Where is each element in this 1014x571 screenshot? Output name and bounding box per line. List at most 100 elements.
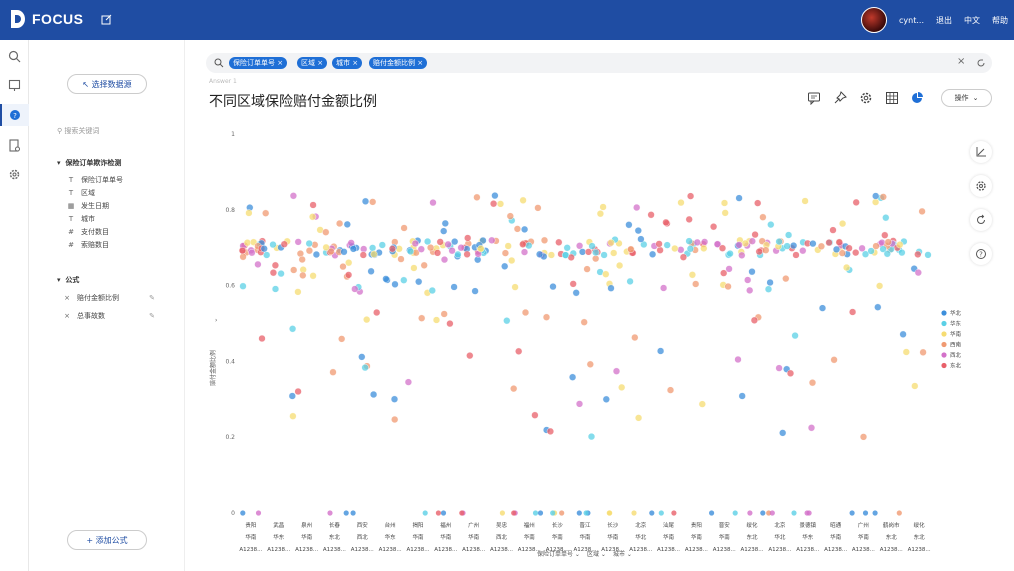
- operate-button[interactable]: 操作 ⌄: [941, 89, 992, 107]
- refresh-icon[interactable]: [976, 58, 986, 68]
- x-tick-label: 绥化: [914, 521, 926, 529]
- data-point: [580, 318, 588, 326]
- search-bar[interactable]: 保险订单单号 × 区域 × 城市 × 赔付金额比例 × ×: [206, 53, 992, 73]
- field-item[interactable]: T 城市: [67, 214, 95, 224]
- gear-icon[interactable]: [859, 91, 873, 105]
- field-item[interactable]: # 索赔数目: [67, 240, 109, 250]
- data-point: [464, 234, 472, 242]
- data-point: [417, 245, 425, 253]
- select-source-button[interactable]: ↖ 选择数据源: [67, 74, 147, 94]
- search-icon[interactable]: [7, 49, 22, 64]
- data-point: [490, 200, 498, 208]
- pie-chart-icon[interactable]: [910, 91, 924, 105]
- data-point: [245, 209, 253, 217]
- x-tick-label: A1238...: [434, 547, 457, 553]
- field-item[interactable]: T 区域: [67, 188, 95, 198]
- arrow-up-icon: ↖: [82, 79, 92, 89]
- avatar[interactable]: [861, 7, 888, 33]
- y-axis: 0 0.2 0.4 0.6 0.8 1: [225, 131, 235, 517]
- formula-header[interactable]: ▾ 公式: [57, 275, 79, 285]
- data-point: [616, 261, 624, 270]
- data-point: [309, 201, 317, 209]
- language-switch[interactable]: 中文: [964, 15, 980, 26]
- data-point: [775, 237, 783, 246]
- chart-settings-button[interactable]: [970, 175, 992, 197]
- help-button[interactable]: ?: [970, 243, 992, 265]
- field-item[interactable]: T 保险订单单号: [67, 175, 123, 185]
- data-point: [698, 400, 706, 408]
- data-point: [428, 286, 436, 295]
- data-point: [759, 213, 767, 221]
- data-point: [789, 241, 798, 250]
- edit-icon[interactable]: [101, 14, 112, 25]
- edit-icon[interactable]: ✎: [149, 312, 155, 320]
- left-nav: ?: [0, 40, 29, 571]
- edit-icon[interactable]: ✎: [149, 294, 155, 302]
- data-point: [359, 251, 367, 259]
- board-icon[interactable]: [7, 78, 22, 93]
- username[interactable]: cynt...: [899, 16, 924, 25]
- data-point: [361, 364, 369, 372]
- comment-icon[interactable]: [807, 91, 821, 105]
- table-icon[interactable]: [885, 91, 899, 105]
- settings-icon[interactable]: [7, 167, 22, 182]
- data-point: [782, 275, 790, 283]
- data-point: [345, 259, 353, 267]
- close-icon[interactable]: ×: [352, 59, 358, 67]
- number-field-icon: #: [68, 241, 74, 249]
- filter-tag[interactable]: 保险订单单号 ×: [229, 57, 288, 69]
- document-icon[interactable]: [7, 138, 22, 153]
- formula-item[interactable]: × 赔付金额比例 ✎: [63, 293, 155, 303]
- x-tick-label: A1238...: [768, 547, 791, 553]
- search-field[interactable]: ⚲ 搜索关键词: [57, 126, 99, 136]
- close-icon[interactable]: ×: [317, 59, 323, 67]
- axis-settings-button[interactable]: [970, 141, 992, 163]
- data-point: [288, 325, 297, 333]
- data-point: [299, 271, 307, 280]
- data-point: [369, 244, 377, 252]
- data-point: [693, 238, 701, 247]
- refresh-chart-button[interactable]: [970, 209, 992, 231]
- x-tick-label: 揭阳: [412, 521, 423, 529]
- field-item[interactable]: ▦ 发生日期: [67, 201, 109, 211]
- data-point: [546, 427, 555, 436]
- data-point: [879, 193, 887, 201]
- help-link[interactable]: 帮助: [992, 15, 1008, 26]
- data-point: [767, 220, 775, 229]
- data-point: [685, 215, 693, 224]
- x-tick-label: 华南: [245, 533, 257, 541]
- legend-swatch: [941, 320, 947, 327]
- filter-tag[interactable]: 赔付金额比例 ×: [369, 57, 428, 69]
- clear-icon[interactable]: ×: [957, 56, 965, 67]
- data-point: [919, 348, 927, 356]
- data-point: [424, 237, 432, 246]
- data-point: [322, 228, 330, 236]
- x-tick-label: A1238...: [490, 547, 513, 553]
- logout-link[interactable]: 退出: [936, 15, 952, 26]
- data-point: [791, 510, 797, 516]
- nav-item-question[interactable]: ?: [0, 104, 29, 126]
- data-point: [532, 510, 539, 516]
- data-point: [454, 250, 462, 259]
- source-tree-header[interactable]: ▾ 保险订单欺诈检测: [57, 158, 121, 168]
- add-formula-button[interactable]: + 添加公式: [67, 530, 147, 550]
- x-axis-field-label: 保险订单单号 ⌄: [537, 550, 580, 558]
- close-icon[interactable]: ×: [277, 59, 283, 67]
- data-point: [305, 239, 313, 248]
- x-tick-label: 贵阳: [245, 521, 256, 529]
- data-point: [634, 226, 642, 235]
- data-point: [832, 245, 841, 253]
- scatter-chart: 00.20.40.60.81 贵阳华南A1238...武昌华东A1238...泉…: [209, 131, 962, 558]
- close-icon[interactable]: ×: [417, 59, 423, 67]
- x-tick-label: 绥化: [746, 521, 758, 529]
- filter-tag[interactable]: 城市 ×: [332, 57, 363, 69]
- data-point: [473, 193, 481, 201]
- filter-tag[interactable]: 区域 ×: [297, 57, 328, 69]
- pin-icon[interactable]: [833, 91, 847, 105]
- y-tick-label: 1: [231, 131, 235, 138]
- data-point: [540, 236, 549, 244]
- formula-item[interactable]: × 总事故数 ✎: [63, 311, 155, 321]
- data-point: [718, 244, 727, 252]
- data-point: [378, 241, 386, 249]
- field-item[interactable]: # 支付数目: [67, 227, 109, 237]
